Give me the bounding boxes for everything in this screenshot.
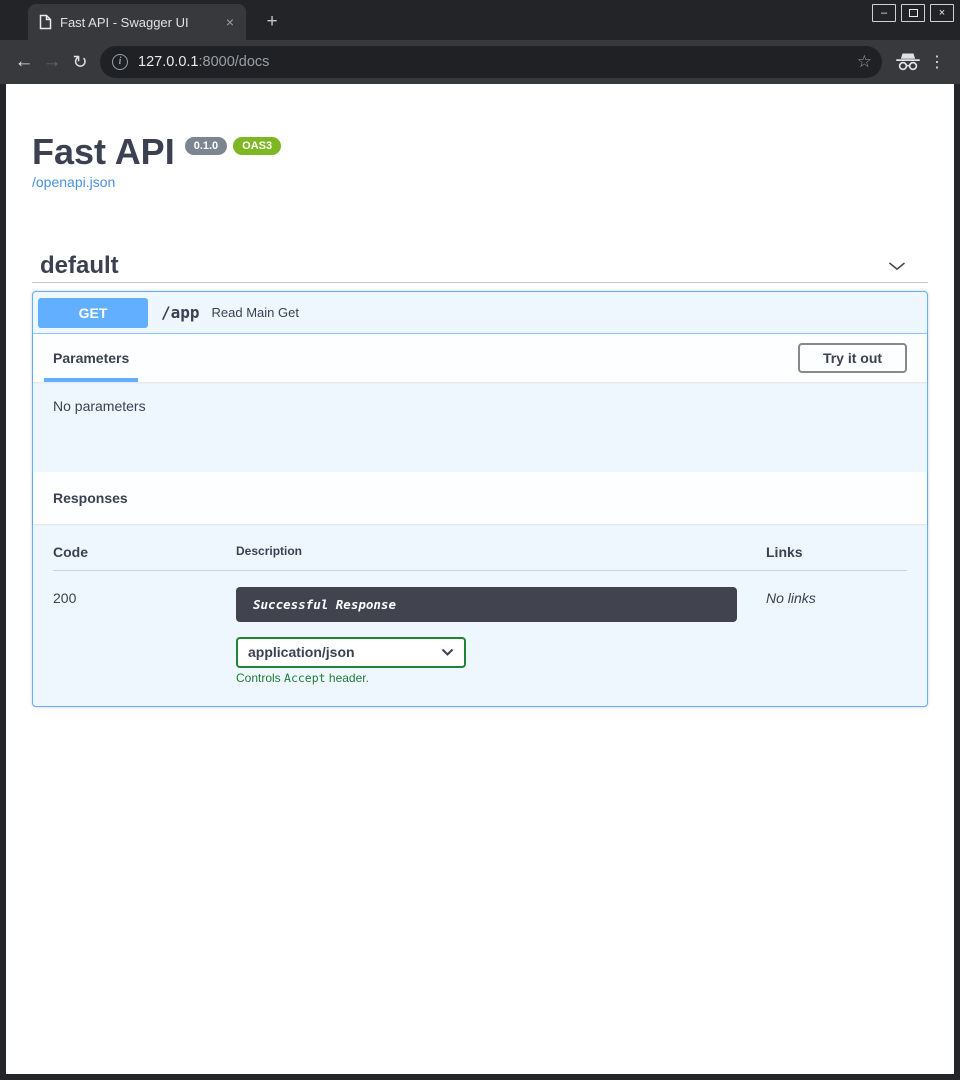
responses-header: Responses bbox=[33, 472, 927, 524]
forward-button[interactable]: → bbox=[38, 51, 66, 73]
bookmark-star-icon[interactable]: ☆ bbox=[857, 52, 872, 72]
new-tab-button[interactable]: + bbox=[260, 10, 284, 34]
version-badge: 0.1.0 bbox=[185, 137, 227, 155]
select-chevron-down-icon bbox=[441, 648, 454, 657]
url-path: :8000/docs bbox=[198, 54, 269, 70]
responses-table-header: Code Description Links bbox=[53, 532, 907, 571]
no-parameters-text: No parameters bbox=[53, 398, 146, 414]
url-host: 127.0.0.1 bbox=[138, 54, 198, 70]
accept-note-code: Accept bbox=[284, 671, 326, 685]
page-title: Fast API bbox=[32, 134, 175, 170]
method-badge: GET bbox=[38, 298, 148, 328]
tag-section-header[interactable]: default bbox=[32, 250, 928, 283]
oas3-badge: OAS3 bbox=[233, 137, 281, 155]
response-code: 200 bbox=[53, 587, 236, 685]
operation-description: Read Main Get bbox=[212, 305, 299, 320]
accept-header-note: Controls Accept header. bbox=[236, 671, 766, 685]
page-content: Fast API 0.1.0 OAS3 /openapi.json defaul… bbox=[6, 84, 954, 1074]
tab-parameters[interactable]: Parameters bbox=[44, 334, 138, 382]
operation-path: /app bbox=[161, 303, 200, 322]
api-info: Fast API 0.1.0 OAS3 /openapi.json bbox=[32, 84, 928, 192]
accept-note-suffix: header. bbox=[326, 671, 369, 685]
browser-tab-bar: Fast API - Swagger UI × + – × bbox=[0, 0, 960, 40]
reload-button[interactable]: ↻ bbox=[66, 52, 94, 73]
media-type-value: application/json bbox=[248, 644, 355, 660]
tag-name: default bbox=[40, 254, 119, 278]
response-description-cell: Successful Response application/json Con… bbox=[236, 587, 766, 685]
badges: 0.1.0 OAS3 bbox=[185, 137, 281, 155]
column-header-links: Links bbox=[766, 544, 907, 560]
incognito-icon[interactable] bbox=[896, 53, 920, 71]
browser-toolbar: ← → ↻ i 127.0.0.1:8000/docs ☆ ⋮ bbox=[0, 40, 960, 84]
document-icon bbox=[39, 14, 52, 30]
api-title-row: Fast API 0.1.0 OAS3 bbox=[32, 134, 928, 170]
close-button[interactable]: × bbox=[930, 4, 954, 22]
responses-table: Code Description Links 200 Successful Re… bbox=[53, 532, 907, 685]
parameters-tab-label: Parameters bbox=[53, 350, 129, 366]
minimize-button[interactable]: – bbox=[872, 4, 896, 22]
operation-summary[interactable]: GET /app Read Main Get bbox=[33, 292, 927, 334]
parameters-header: Parameters Try it out bbox=[33, 334, 927, 382]
media-type-select[interactable]: application/json bbox=[236, 637, 466, 668]
response-row-200: 200 Successful Response application/json bbox=[53, 571, 907, 685]
collapse-chevron-icon[interactable] bbox=[886, 255, 908, 277]
window-controls: – × bbox=[872, 4, 954, 22]
tab-close-icon[interactable]: × bbox=[222, 15, 238, 29]
browser-tab[interactable]: Fast API - Swagger UI × bbox=[28, 4, 246, 40]
tab-title: Fast API - Swagger UI bbox=[60, 15, 214, 30]
media-type-row: application/json Controls Accept header. bbox=[236, 637, 766, 685]
maximize-button[interactable] bbox=[901, 4, 925, 22]
response-description-box: Successful Response bbox=[236, 587, 737, 622]
column-header-description: Description bbox=[236, 544, 766, 560]
site-info-icon[interactable]: i bbox=[112, 54, 128, 70]
address-bar[interactable]: i 127.0.0.1:8000/docs ☆ bbox=[100, 46, 882, 78]
browser-menu-icon[interactable]: ⋮ bbox=[924, 52, 950, 72]
maximize-icon bbox=[909, 9, 918, 17]
openapi-spec-link[interactable]: /openapi.json bbox=[32, 174, 115, 190]
accept-note-prefix: Controls bbox=[236, 671, 284, 685]
try-it-out-button[interactable]: Try it out bbox=[798, 343, 907, 373]
url-text: 127.0.0.1:8000/docs bbox=[138, 54, 269, 70]
opblock-get-app: GET /app Read Main Get Parameters Try it… bbox=[32, 291, 928, 707]
parameters-body: No parameters bbox=[33, 382, 927, 472]
back-button[interactable]: ← bbox=[10, 51, 38, 73]
responses-title: Responses bbox=[53, 490, 128, 506]
column-header-code: Code bbox=[53, 544, 236, 560]
response-links: No links bbox=[766, 587, 907, 685]
responses-body: Code Description Links 200 Successful Re… bbox=[33, 524, 927, 706]
